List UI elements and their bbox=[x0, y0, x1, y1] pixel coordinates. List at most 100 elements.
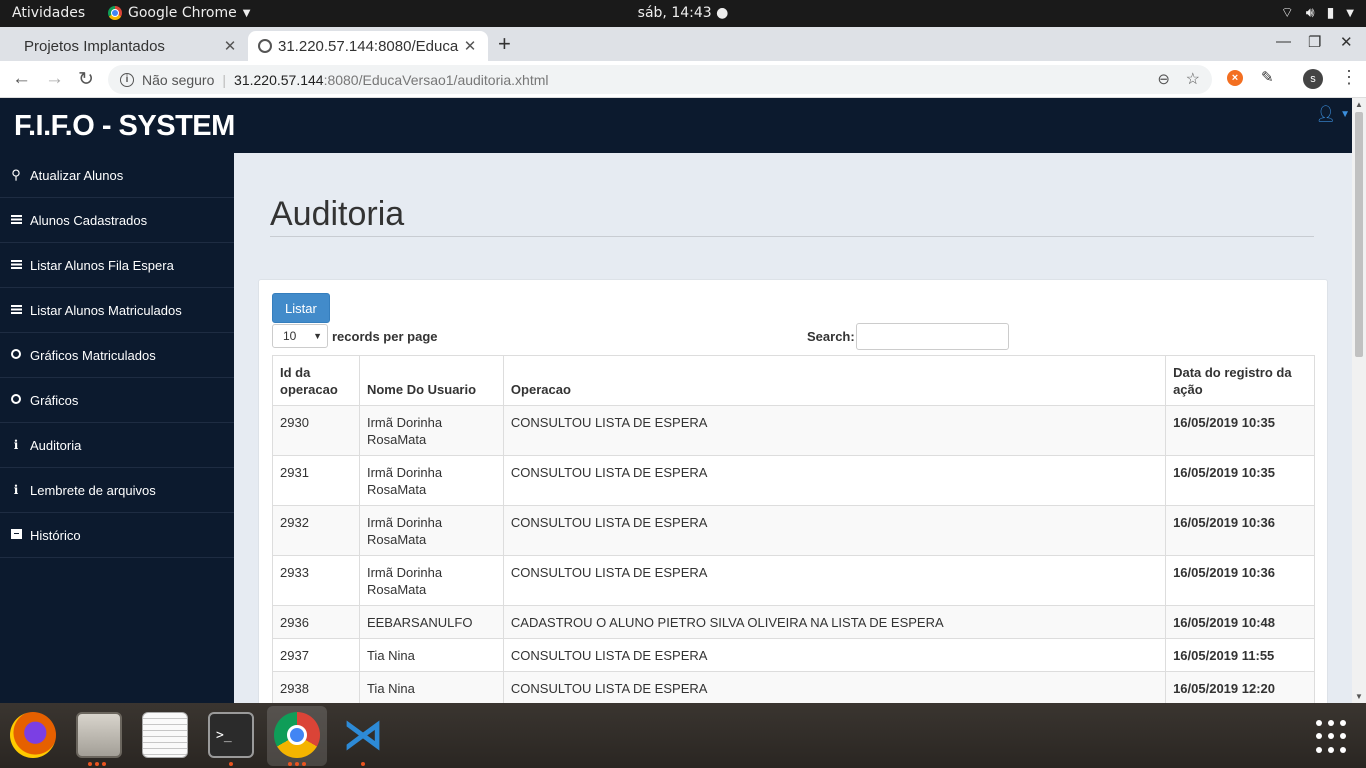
user-menu[interactable]: 👤︎ ▼ bbox=[1316, 104, 1350, 124]
more-icon[interactable]: ⋮ bbox=[1340, 67, 1358, 88]
search-label: Search: bbox=[807, 329, 855, 344]
sidebar-item-label: Listar Alunos Matriculados bbox=[30, 302, 182, 318]
cell-date: 16/05/2019 12:20 bbox=[1165, 671, 1315, 703]
sidebar-item-graficos-matriculados[interactable]: Gráficos Matriculados bbox=[0, 333, 234, 378]
sidebar-item-label: Gráficos Matriculados bbox=[30, 347, 156, 363]
sidebar-item-graficos[interactable]: Gráficos bbox=[0, 378, 234, 423]
cell-id: 2933 bbox=[272, 555, 360, 606]
page-title: Auditoria bbox=[270, 195, 405, 233]
column-header-user[interactable]: Nome Do Usuario bbox=[358, 355, 504, 406]
firefox-icon[interactable] bbox=[10, 712, 56, 758]
address-bar[interactable]: i Não seguro | 31.220.57.144 :8080/Educa… bbox=[108, 65, 1212, 94]
app-menu-label: Google Chrome bbox=[128, 5, 237, 21]
cell-operation: CONSULTOU LISTA DE ESPERA bbox=[502, 555, 1167, 606]
close-icon[interactable]: ✕ bbox=[222, 37, 238, 55]
info-icon: i bbox=[13, 438, 19, 452]
close-icon[interactable]: ✕ bbox=[462, 37, 478, 55]
site-brand[interactable]: F.I.F.O - SYSTEM bbox=[14, 110, 235, 143]
back-icon[interactable]: ← bbox=[12, 68, 31, 90]
info-icon[interactable]: i bbox=[120, 72, 134, 87]
sidebar-item-label: Atualizar Alunos bbox=[30, 167, 124, 183]
cell-operation: CADASTROU O ALUNO PIETRO SILVA OLIVEIRA … bbox=[502, 605, 1167, 639]
cell-id: 2938 bbox=[272, 671, 360, 703]
app-menu[interactable]: Google Chrome ▼ bbox=[108, 5, 250, 21]
table-row: 2930 Irmã Dorinha RosaMata CONSULTOU LIS… bbox=[272, 405, 1315, 456]
browser-tab-active[interactable]: 31.220.57.144:8080/Educa ✕ bbox=[248, 31, 488, 61]
minimize-icon[interactable]: — bbox=[1276, 33, 1291, 50]
scrollbar-thumb[interactable] bbox=[1355, 112, 1363, 357]
vscode-icon[interactable]: ⋊ bbox=[340, 712, 386, 758]
cell-operation: CONSULTOU LISTA DE ESPERA bbox=[502, 638, 1167, 672]
forward-icon[interactable]: → bbox=[45, 68, 64, 90]
system-tray[interactable]: ⌔ 🔊︎ ▮ ▼ bbox=[1281, 4, 1354, 22]
cell-date: 16/05/2019 10:35 bbox=[1165, 405, 1315, 456]
scroll-down-icon[interactable]: ▼ bbox=[1355, 692, 1363, 701]
color-picker-icon[interactable]: ✎ bbox=[1261, 68, 1274, 86]
page-scrollbar[interactable]: ▲ ▼ bbox=[1352, 98, 1366, 703]
url-path: :8080/EducaVersao1/auditoria.xhtml bbox=[323, 71, 549, 88]
cell-user: Tia Nina bbox=[358, 638, 504, 672]
chevron-down-icon: ▼ bbox=[242, 7, 251, 19]
reload-icon[interactable]: ↻ bbox=[78, 68, 94, 91]
activities-button[interactable]: Atividades bbox=[12, 5, 85, 21]
sidebar-item-matriculados[interactable]: Listar Alunos Matriculados bbox=[0, 288, 234, 333]
search-input[interactable] bbox=[855, 323, 1009, 350]
restore-icon[interactable]: ❐ bbox=[1308, 33, 1321, 51]
show-applications-icon[interactable] bbox=[1316, 720, 1350, 754]
scroll-up-icon[interactable]: ▲ bbox=[1355, 100, 1363, 109]
clock[interactable]: sáb, 14:43 ● bbox=[638, 5, 729, 21]
extension-icon[interactable]: × bbox=[1227, 70, 1243, 86]
sidebar-item-lembrete[interactable]: i Lembrete de arquivos bbox=[0, 468, 234, 513]
listar-button[interactable]: Listar bbox=[272, 293, 330, 323]
sidebar-item-label: Alunos Cadastrados bbox=[30, 212, 148, 228]
cell-date: 16/05/2019 11:55 bbox=[1165, 638, 1315, 672]
divider bbox=[270, 236, 1314, 237]
sidebar-item-auditoria[interactable]: i Auditoria bbox=[0, 423, 234, 468]
battery-icon: ▮ bbox=[1326, 5, 1335, 21]
sidebar-item-historico[interactable]: Histórico bbox=[0, 513, 234, 558]
caret-down-icon: ▼ bbox=[313, 331, 322, 341]
chrome-dock-icon[interactable] bbox=[274, 712, 320, 758]
volume-icon: 🔊︎ bbox=[1305, 5, 1315, 21]
cell-operation: CONSULTOU LISTA DE ESPERA bbox=[502, 505, 1167, 556]
table-header-row: Id da operacao Nome Do Usuario Operacao … bbox=[272, 355, 1315, 406]
new-tab-icon[interactable]: + bbox=[498, 31, 511, 57]
cell-operation: CONSULTOU LISTA DE ESPERA bbox=[502, 405, 1167, 456]
dock: >_ ⋊ bbox=[0, 703, 1366, 768]
sidebar-item-label: Listar Alunos Fila Espera bbox=[30, 257, 174, 273]
sidebar-item-alunos-cadastrados[interactable]: Alunos Cadastrados bbox=[0, 198, 234, 243]
column-header-operation[interactable]: Operacao bbox=[502, 355, 1167, 406]
url-host: 31.220.57.144 bbox=[234, 71, 324, 88]
sidebar-item-fila-espera[interactable]: Listar Alunos Fila Espera bbox=[0, 243, 234, 288]
running-indicator bbox=[361, 762, 365, 766]
cell-operation: CONSULTOU LISTA DE ESPERA bbox=[502, 455, 1167, 506]
tab-strip: Projetos Implantados ✕ 31.220.57.144:808… bbox=[0, 27, 1366, 61]
caret-down-icon: ▼ bbox=[1340, 108, 1350, 120]
profile-avatar[interactable]: s bbox=[1303, 69, 1323, 89]
sidebar-item-label: Auditoria bbox=[30, 437, 82, 453]
chevron-down-icon: ▼ bbox=[1346, 7, 1354, 19]
cell-operation: CONSULTOU LISTA DE ESPERA bbox=[502, 671, 1167, 703]
list-icon bbox=[10, 260, 22, 269]
site-header: F.I.F.O - SYSTEM 👤︎ ▼ bbox=[0, 98, 1352, 153]
zoom-icon[interactable]: ⊖ bbox=[1157, 70, 1170, 88]
cell-id: 2931 bbox=[272, 455, 360, 506]
text-editor-icon[interactable] bbox=[142, 712, 188, 758]
sidebar-item-label: Histórico bbox=[30, 527, 81, 543]
files-icon[interactable] bbox=[76, 712, 122, 758]
user-icon: 👤︎ bbox=[1315, 106, 1337, 123]
window-close-icon[interactable]: ✕ bbox=[1340, 33, 1353, 51]
browser-tab[interactable]: Projetos Implantados ✕ bbox=[8, 31, 248, 61]
terminal-icon[interactable]: >_ bbox=[208, 712, 254, 758]
table-row: 2932 Irmã Dorinha RosaMata CONSULTOU LIS… bbox=[272, 505, 1315, 556]
cell-id: 2930 bbox=[272, 405, 360, 456]
globe-icon bbox=[258, 39, 272, 53]
audit-panel: Listar 10 ▼ records per page Search: Id … bbox=[258, 279, 1328, 703]
column-header-date[interactable]: Data do registro da ação bbox=[1165, 355, 1315, 406]
column-header-id[interactable]: Id da operacao bbox=[272, 355, 360, 406]
table-row: 2936 EEBARSANULFO CADASTROU O ALUNO PIET… bbox=[272, 605, 1315, 639]
bookmark-star-icon[interactable]: ☆ bbox=[1186, 69, 1200, 89]
page-length-control: 10 ▼ records per page bbox=[272, 324, 438, 348]
sidebar-item-atualizar-alunos[interactable]: ⚲ Atualizar Alunos bbox=[0, 153, 234, 198]
records-per-page-select[interactable]: 10 ▼ bbox=[272, 324, 328, 348]
